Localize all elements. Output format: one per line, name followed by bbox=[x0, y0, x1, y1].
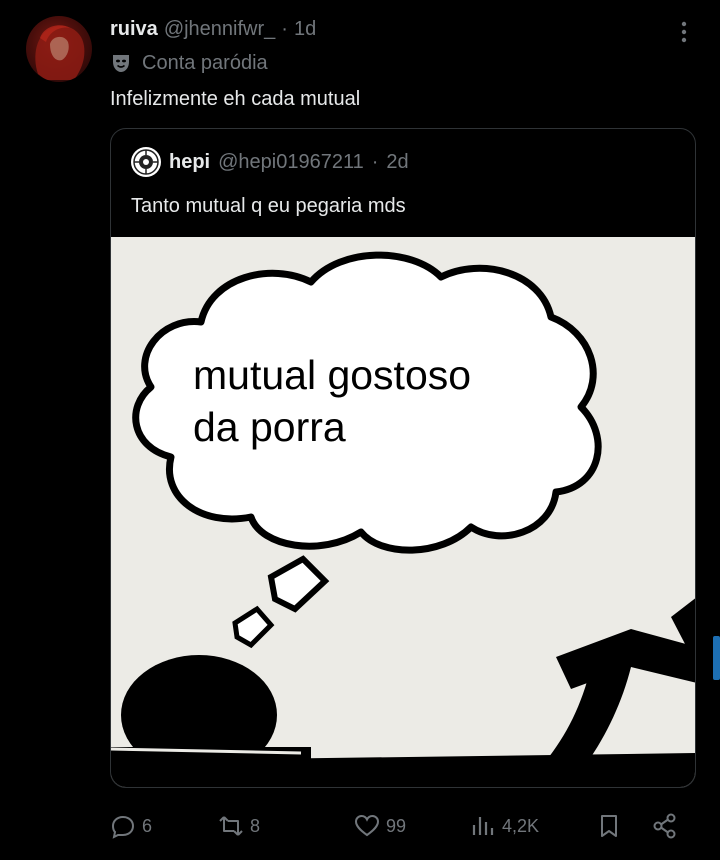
tweet-actions: 6 8 99 4,2K bbox=[110, 808, 696, 844]
views-icon bbox=[472, 817, 494, 835]
author-avatar[interactable] bbox=[26, 16, 92, 82]
like-count: 99 bbox=[386, 815, 407, 836]
share-button[interactable] bbox=[652, 808, 678, 844]
theater-mask-icon bbox=[113, 55, 129, 72]
quoted-author-name[interactable]: hepi bbox=[169, 151, 210, 174]
retweet-button[interactable]: 8 bbox=[218, 808, 260, 844]
quoted-avatar-image bbox=[133, 149, 159, 175]
views-button[interactable]: 4,2K bbox=[470, 808, 539, 844]
scroll-indicator[interactable] bbox=[713, 636, 720, 680]
views-count: 4,2K bbox=[502, 815, 540, 836]
bookmark-icon bbox=[601, 815, 617, 837]
quoted-tweet-card[interactable]: hepi @hepi01967211 · 2d Tanto mutual q e… bbox=[110, 128, 696, 788]
bookmark-button[interactable] bbox=[596, 808, 622, 844]
separator-dot: · bbox=[281, 17, 288, 40]
quoted-author-handle[interactable]: @hepi01967211 bbox=[218, 151, 364, 174]
parody-label: Conta paródia bbox=[110, 50, 268, 76]
tweet-header: ruiva @jhennifwr_ · 1d bbox=[110, 16, 316, 42]
tweet-text: Infelizmente eh cada mutual bbox=[110, 88, 361, 110]
quoted-tweet-text: Tanto mutual q eu pegaria mds bbox=[131, 195, 406, 217]
share-icon bbox=[653, 813, 676, 839]
quoted-author-avatar bbox=[131, 147, 161, 177]
heart-icon bbox=[354, 814, 380, 837]
reply-icon bbox=[111, 815, 135, 839]
reply-button[interactable]: 6 bbox=[110, 808, 152, 844]
quoted-separator-dot: · bbox=[371, 150, 379, 173]
quoted-tweet-time[interactable]: 2d bbox=[386, 151, 408, 174]
parody-label-text: Conta paródia bbox=[142, 51, 268, 74]
reply-count: 6 bbox=[142, 815, 153, 836]
meme-caption: mutual gostoso da porra bbox=[193, 352, 472, 450]
quoted-tweet-image[interactable]: mutual gostoso da porra bbox=[111, 237, 695, 787]
author-handle[interactable]: @jhennifwr_ bbox=[164, 18, 275, 41]
retweet-count: 8 bbox=[250, 815, 261, 836]
tweet-time[interactable]: 1d bbox=[294, 18, 316, 41]
like-button[interactable]: 99 bbox=[354, 808, 406, 844]
avatar-image bbox=[35, 25, 85, 80]
retweet-icon bbox=[219, 816, 243, 836]
more-vertical-icon[interactable] bbox=[670, 18, 698, 46]
quoted-tweet-header: hepi @hepi01967211 · 2d bbox=[131, 147, 409, 177]
meme-illustration bbox=[111, 251, 695, 787]
author-name[interactable]: ruiva bbox=[110, 18, 158, 41]
